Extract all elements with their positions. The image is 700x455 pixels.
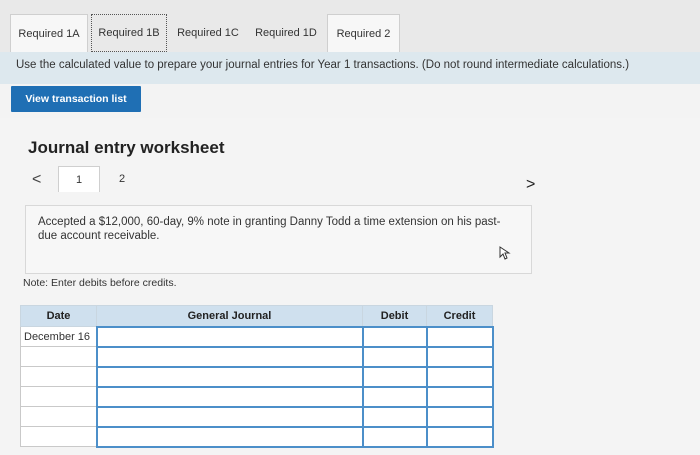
account-input[interactable]	[95, 345, 364, 368]
table-row: December 16	[20, 325, 494, 348]
header-debit: Debit	[362, 305, 427, 327]
journal-entry-worksheet: Journal entry worksheet < 1 2 > Accepted…	[0, 118, 700, 455]
debit-input[interactable]	[361, 325, 428, 348]
next-arrow-icon[interactable]: >	[526, 176, 535, 194]
account-input[interactable]	[95, 425, 364, 448]
tab-required-1d[interactable]: Required 1D	[248, 14, 324, 52]
account-input[interactable]	[95, 325, 364, 348]
credit-input[interactable]	[425, 405, 494, 428]
header-date: Date	[20, 305, 97, 327]
date-cell	[20, 366, 97, 387]
header-general-journal: General Journal	[96, 305, 363, 327]
table-row	[20, 425, 494, 448]
date-cell	[20, 386, 97, 407]
debit-input[interactable]	[361, 405, 428, 428]
note-text: Note: Enter debits before credits.	[23, 277, 177, 289]
credit-input[interactable]	[425, 325, 494, 348]
journal-table: Date General Journal Debit Credit Decemb…	[20, 305, 494, 448]
date-cell[interactable]: December 16	[20, 326, 97, 347]
previous-arrow-icon[interactable]: <	[32, 171, 41, 189]
tab-required-1c[interactable]: Required 1C	[170, 14, 246, 52]
header-credit: Credit	[426, 305, 493, 327]
tab-required-2[interactable]: Required 2	[327, 14, 400, 52]
tab-required-1a[interactable]: Required 1A	[10, 14, 88, 52]
credit-input[interactable]	[425, 365, 494, 388]
credit-input[interactable]	[425, 345, 494, 368]
tab-bar: Required 1A Required 1B Required 1C Requ…	[0, 0, 700, 52]
date-cell	[20, 426, 97, 447]
credit-input[interactable]	[425, 425, 494, 448]
instruction-text: Use the calculated value to prepare your…	[0, 52, 700, 84]
worksheet-title: Journal entry worksheet	[28, 138, 225, 157]
account-input[interactable]	[95, 365, 364, 388]
journal-header-row: Date General Journal Debit Credit	[20, 305, 493, 327]
page-tab-1[interactable]: 1	[58, 166, 100, 192]
table-row	[20, 365, 494, 388]
account-input[interactable]	[95, 405, 364, 428]
date-cell	[20, 346, 97, 367]
date-cell	[20, 406, 97, 427]
table-row	[20, 385, 494, 408]
page-tab-2[interactable]: 2	[101, 166, 143, 192]
mouse-pointer-icon	[499, 246, 511, 260]
transaction-description: Accepted a $12,000, 60-day, 9% note in g…	[25, 205, 532, 274]
account-input[interactable]	[95, 385, 364, 408]
debit-input[interactable]	[361, 385, 428, 408]
debit-input[interactable]	[361, 365, 428, 388]
credit-input[interactable]	[425, 385, 494, 408]
view-transaction-list-button[interactable]: View transaction list	[11, 86, 141, 112]
table-row	[20, 345, 494, 368]
debit-input[interactable]	[361, 345, 428, 368]
debit-input[interactable]	[361, 425, 428, 448]
table-row	[20, 405, 494, 428]
tab-required-1b[interactable]: Required 1B	[91, 14, 167, 52]
